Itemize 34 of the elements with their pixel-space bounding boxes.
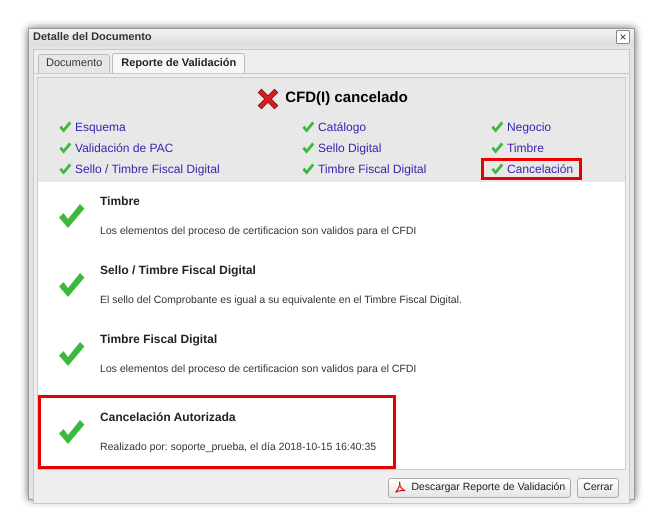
validation-item[interactable]: Esquema <box>58 118 126 136</box>
checkmark-icon <box>301 162 315 176</box>
checkmark-icon <box>58 120 72 134</box>
result-text: Los elementos del proceso de certificacion son validos para el CFDI <box>100 362 416 378</box>
validation-item[interactable]: Catálogo <box>301 118 366 136</box>
status-title: CFD(I) cancelado <box>285 88 408 108</box>
checkmark-icon <box>301 120 315 134</box>
checkmark-icon <box>490 141 504 155</box>
close-button[interactable]: × <box>616 30 630 44</box>
validation-item[interactable]: Sello / Timbre Fiscal Digital <box>58 160 220 178</box>
pdf-icon <box>394 481 408 494</box>
validation-item[interactable]: Cancelación <box>481 158 582 180</box>
result-title: Timbre Fiscal Digital <box>100 331 218 348</box>
result-text: El sello del Comprobante es igual a su equivalente en el Timbre Fiscal Digital. <box>100 293 462 308</box>
result-title: Timbre <box>100 193 141 210</box>
validation-item[interactable]: Timbre Fiscal Digital <box>301 160 426 178</box>
result-title: Sello / Timbre Fiscal Digital <box>100 262 257 280</box>
checkmark-icon <box>301 141 315 155</box>
checkmark-icon <box>490 120 504 134</box>
close-button[interactable]: Cerrar <box>577 478 619 498</box>
result-text: Realizado por: soporte_prueba, el día 2018-10-15 16:40:35 <box>100 440 376 455</box>
validation-item[interactable]: Validación de PAC <box>58 139 174 157</box>
download-button[interactable]: Descargar Reporte de Validación <box>388 478 572 498</box>
window-title: Detalle del Documento <box>33 30 152 45</box>
tab[interactable]: Documento <box>38 54 110 72</box>
checkmark-icon <box>58 162 72 176</box>
validation-item[interactable]: Sello Digital <box>301 139 382 157</box>
tab[interactable]: Reporte de Validación <box>112 52 246 72</box>
checkmark-icon <box>490 162 504 176</box>
result-title: Cancelación Autorizada <box>100 408 237 426</box>
validation-item[interactable]: Negocio <box>490 118 552 136</box>
checkmark-icon <box>58 141 72 155</box>
result-text: Los elementos del proceso de certificacion son validos para el CFDI <box>100 224 416 240</box>
validation-item[interactable]: Timbre <box>490 139 544 157</box>
